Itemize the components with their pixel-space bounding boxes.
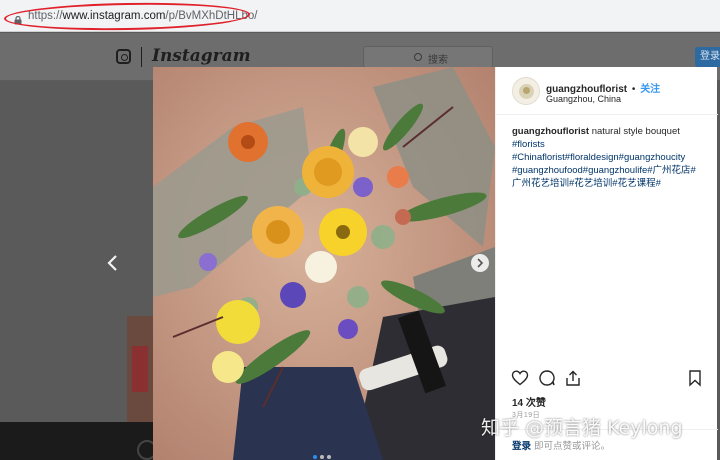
instagram-camera-icon[interactable]	[116, 49, 131, 64]
header-login-button[interactable]: 登录	[695, 47, 720, 67]
post-caption: guangzhouflorist natural style bouquet #…	[512, 125, 708, 190]
search-placeholder: 搜索	[428, 55, 448, 66]
browser-address-bar[interactable]: https://www.instagram.com/p/BvMXhDtHLbo/	[0, 0, 720, 33]
hashtag-line[interactable]: 广州花艺培训#花艺培训#花艺课程#	[512, 178, 661, 189]
chevron-right-icon	[477, 258, 484, 268]
search-input[interactable]: 搜索	[363, 46, 493, 68]
carousel-dot	[320, 455, 324, 459]
hashtag-line[interactable]: #florists	[512, 139, 545, 150]
highlight-oval	[3, 0, 251, 33]
comment-login-link[interactable]: 登录	[512, 438, 531, 452]
search-icon	[414, 53, 422, 61]
comment-icon[interactable]	[538, 369, 556, 387]
background-thumbnail	[127, 316, 153, 422]
follow-button[interactable]: 关注	[640, 84, 660, 95]
hashtag-line[interactable]: #Chinaflorist#floraldesign#guangzhoucity	[512, 152, 685, 163]
chevron-left-icon[interactable]	[106, 254, 120, 272]
caption-username[interactable]: guangzhouflorist	[512, 126, 589, 137]
carousel-dot-active	[313, 455, 317, 459]
post-username-row: guangzhouflorist • 关注	[546, 80, 660, 95]
caption-text: natural style bouquet	[591, 126, 680, 137]
share-icon[interactable]	[564, 369, 582, 387]
avatar[interactable]	[512, 77, 540, 105]
comment-prompt: 即可点赞或评论。	[534, 441, 611, 452]
bookmark-icon[interactable]	[686, 369, 704, 387]
carousel-dot	[327, 455, 331, 459]
carousel-dots	[313, 446, 334, 459]
likes-count[interactable]: 14 次赞	[512, 394, 546, 409]
heart-icon[interactable]	[511, 369, 529, 387]
post-actions	[496, 369, 718, 389]
post-header: guangzhouflorist • 关注 Guangzhou, China	[496, 67, 718, 115]
header-divider	[141, 47, 142, 67]
hashtag-line[interactable]: #guangzhoufood#guangzhoulife#广州花店#	[512, 165, 696, 176]
background-footer	[0, 422, 157, 460]
watermark: 知乎 @预言猪 Keylong	[481, 417, 683, 439]
next-photo-button[interactable]	[471, 254, 489, 272]
post-photo[interactable]	[153, 67, 495, 460]
post-location[interactable]: Guangzhou, China	[546, 94, 621, 104]
separator-dot: •	[631, 84, 636, 95]
instagram-logo[interactable]: Instagram	[152, 46, 251, 66]
post-side-panel: guangzhouflorist • 关注 Guangzhou, China g…	[495, 67, 718, 460]
